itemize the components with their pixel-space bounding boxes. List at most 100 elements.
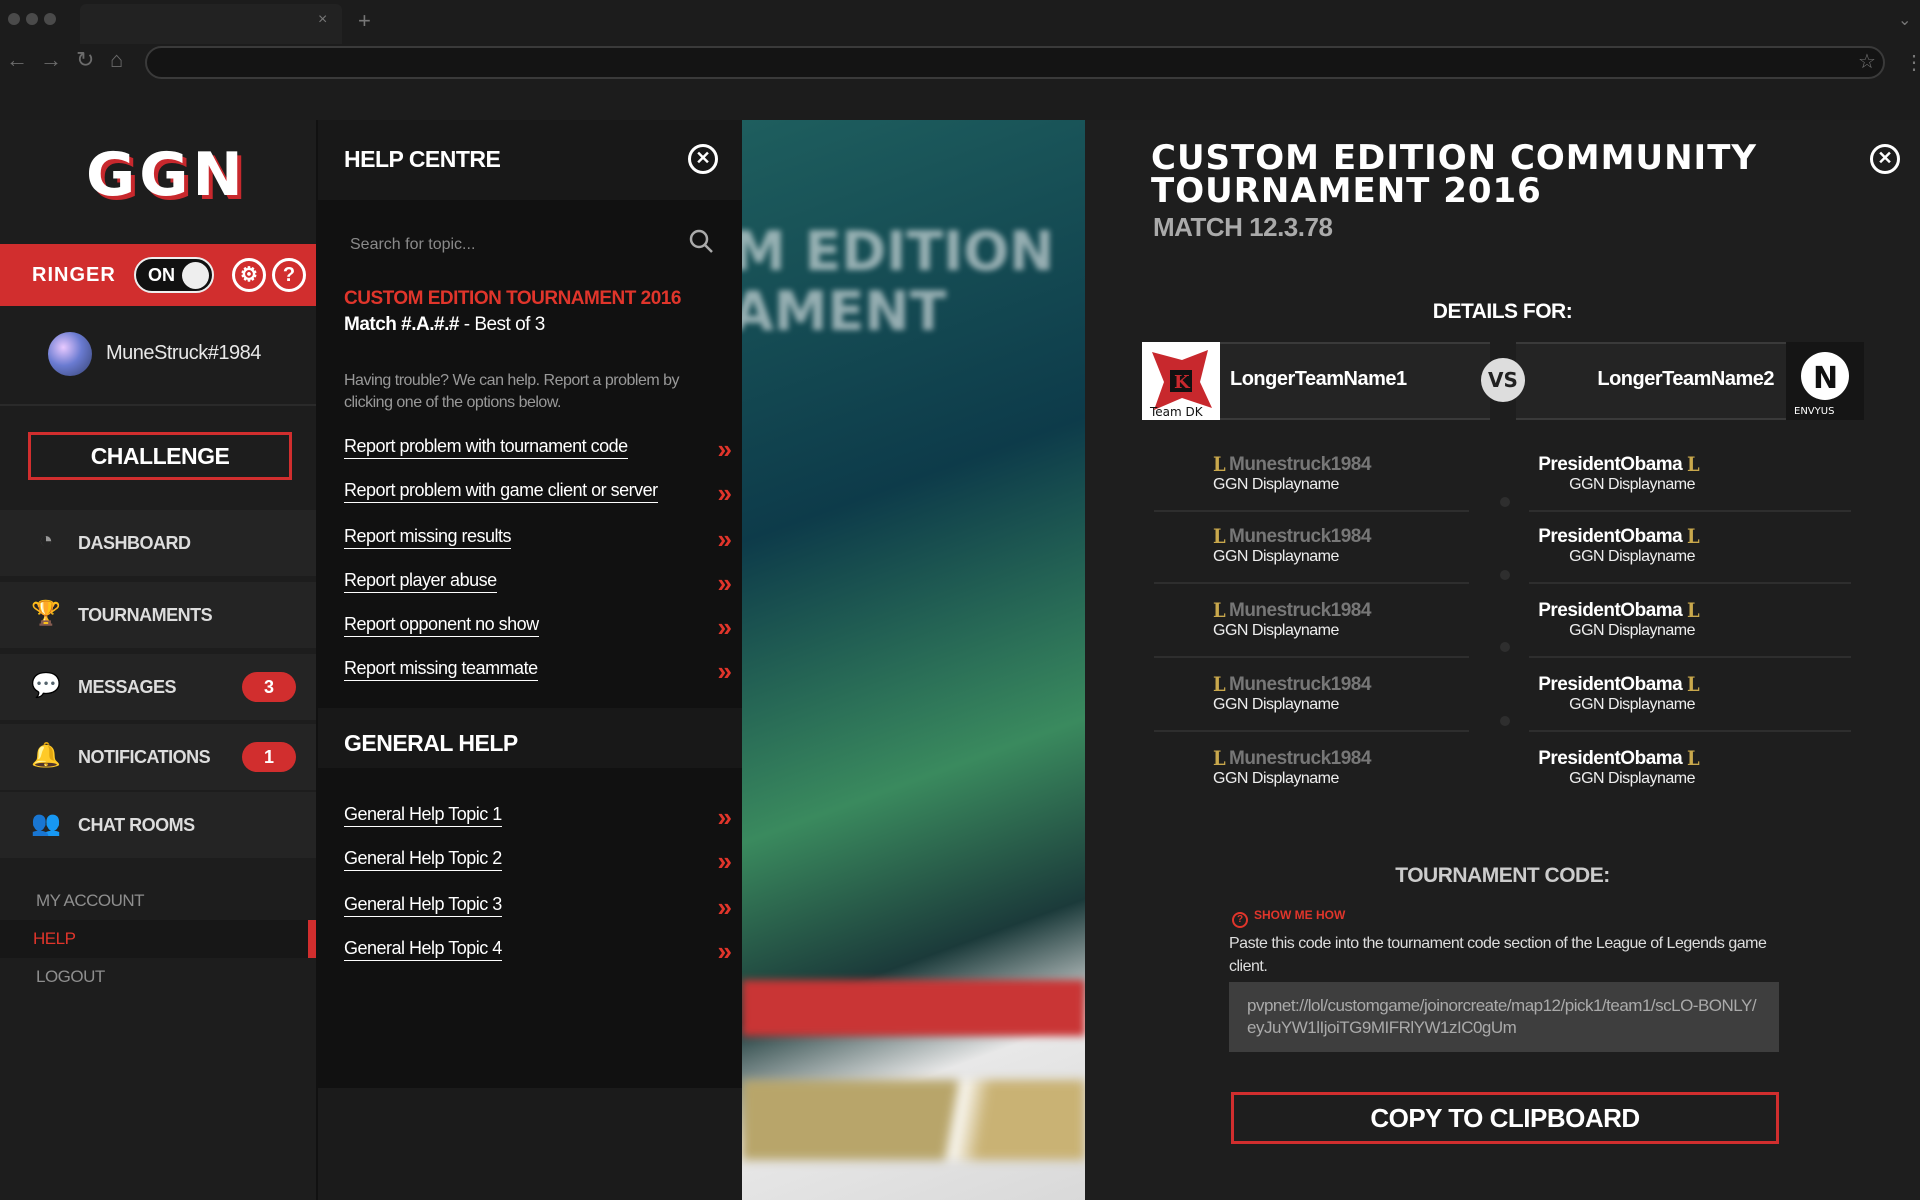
browser-menu-icon[interactable]: ⋮ xyxy=(1904,50,1920,75)
player-row-right: PresidentObama GGN Displayname xyxy=(1529,734,1851,806)
report-link[interactable]: Report opponent no show » xyxy=(344,610,733,644)
general-help-link[interactable]: General Help Topic 4 » xyxy=(344,934,733,968)
general-help-link-text[interactable]: General Help Topic 4 xyxy=(344,938,502,961)
avatar[interactable] xyxy=(48,332,92,376)
browser-tab[interactable] xyxy=(80,4,342,44)
user-profile[interactable]: MuneStruck#1984 xyxy=(0,306,316,406)
report-link-text[interactable]: Report problem with tournament code xyxy=(344,436,628,459)
nav-item-notifications[interactable]: 🔔 NOTIFICATIONS 1 xyxy=(0,724,316,790)
sidebar: GGN RINGER ON ⚙ ? MuneStruck#1984 CHALLE… xyxy=(0,120,316,1200)
report-link-text[interactable]: Report missing teammate xyxy=(344,658,538,681)
show-me-how-link[interactable]: ? SHOW ME HOW xyxy=(1232,908,1345,928)
player-display: GGN Displayname xyxy=(1569,548,1695,565)
lol-icon xyxy=(1213,746,1229,770)
team1-logo-text: Team DK xyxy=(1149,405,1204,419)
chevron-right-icon[interactable]: » xyxy=(718,568,733,599)
bookmark-star-icon[interactable]: ☆ xyxy=(1858,49,1876,74)
team1-box: LongerTeamName1 xyxy=(1220,342,1490,420)
nav-item-chat-rooms[interactable]: 👥 CHAT ROOMS xyxy=(0,792,316,858)
team1-logo: K Team DK xyxy=(1142,342,1220,420)
general-help-link-text[interactable]: General Help Topic 3 xyxy=(344,894,502,917)
help-close-icon[interactable]: ✕ xyxy=(688,144,718,174)
reload-icon[interactable]: ↻ xyxy=(76,47,94,73)
report-link[interactable]: Report missing results » xyxy=(344,522,733,556)
report-link[interactable]: Report missing teammate » xyxy=(344,654,733,688)
chevron-right-icon[interactable]: » xyxy=(718,434,733,465)
help-link[interactable]: HELP xyxy=(0,920,316,958)
player-row-right: PresidentObama GGN Displayname xyxy=(1529,512,1851,584)
chevron-right-icon[interactable]: » xyxy=(718,612,733,643)
tournament-code-heading: TOURNAMENT CODE: xyxy=(1395,864,1610,887)
notifications-badge: 1 xyxy=(242,742,296,772)
window-minimize-dot[interactable] xyxy=(26,13,38,25)
search-input[interactable] xyxy=(348,232,678,258)
report-link[interactable]: Report problem with tournament code » xyxy=(344,432,733,466)
player-display: GGN Displayname xyxy=(1569,696,1695,713)
chevron-right-icon[interactable]: » xyxy=(718,892,733,923)
tab-menu-icon[interactable]: ⌄ xyxy=(1898,10,1911,30)
nav-item-dashboard[interactable]: ◔ DASHBOARD xyxy=(0,510,316,576)
ringer-toggle[interactable]: ON xyxy=(134,257,214,293)
new-tab-icon[interactable]: + xyxy=(358,8,371,34)
chevron-right-icon[interactable]: » xyxy=(718,656,733,687)
team2-logo-text: ENVYUS xyxy=(1794,406,1834,417)
copy-to-clipboard-button[interactable]: COPY TO CLIPBOARD xyxy=(1231,1092,1779,1144)
player-row-right: PresidentObama GGN Displayname xyxy=(1529,660,1851,732)
back-icon[interactable]: ← xyxy=(6,47,28,73)
report-link[interactable]: Report player abuse » xyxy=(344,566,733,600)
browser-chrome: × + ⌄ ← → ↻ ⌂ ☆ ⋮ xyxy=(0,0,1920,120)
player-name: PresidentObama xyxy=(1538,746,1703,770)
chevron-right-icon[interactable]: » xyxy=(718,478,733,509)
logout-link[interactable]: LOGOUT xyxy=(0,958,316,996)
nav-label: NOTIFICATIONS xyxy=(78,747,211,767)
details-for-heading: DETAILS FOR: xyxy=(1432,300,1573,323)
forward-icon[interactable]: → xyxy=(40,47,62,73)
report-link-text[interactable]: Report missing results xyxy=(344,526,512,549)
report-link[interactable]: Report problem with game client or serve… xyxy=(344,476,733,510)
settings-gear-icon[interactable]: ⚙ xyxy=(232,258,266,292)
blurred-red-bar xyxy=(742,980,1085,1036)
challenge-button[interactable]: CHALLENGE xyxy=(28,432,292,480)
chevron-right-icon[interactable]: » xyxy=(718,524,733,555)
nav-item-messages[interactable]: 💬 MESSAGES 3 xyxy=(0,654,316,720)
general-help-link[interactable]: General Help Topic 3 » xyxy=(344,890,733,924)
player-name: Munestruck1984 xyxy=(1213,746,1371,770)
report-link-text[interactable]: Report player abuse xyxy=(344,570,497,593)
player-row-left: Munestruck1984 GGN Displayname xyxy=(1154,660,1469,732)
home-icon[interactable]: ⌂ xyxy=(110,47,123,73)
chevron-right-icon[interactable]: » xyxy=(718,846,733,877)
lol-icon xyxy=(1213,672,1229,696)
show-me-how-text[interactable]: SHOW ME HOW xyxy=(1254,908,1345,922)
nav-item-tournaments[interactable]: 🏆 TOURNAMENTS xyxy=(0,582,316,648)
player-row-left: Munestruck1984 GGN Displayname xyxy=(1154,586,1469,658)
trophy-icon: 🏆 xyxy=(31,600,61,627)
general-help-link[interactable]: General Help Topic 1 » xyxy=(344,800,733,834)
team2-box: LongerTeamName2 xyxy=(1516,342,1786,420)
player-name: PresidentObama xyxy=(1538,598,1703,622)
messages-badge: 3 xyxy=(242,672,296,702)
envyus-logo-icon: N ENVYUS xyxy=(1794,352,1849,417)
team1-name: LongerTeamName1 xyxy=(1230,368,1407,390)
chevron-right-icon[interactable]: » xyxy=(718,936,733,967)
help-question-icon[interactable]: ? xyxy=(272,258,306,292)
window-close-dot[interactable] xyxy=(8,13,20,25)
player-name: PresidentObama xyxy=(1538,524,1703,548)
match-label: Match #.A.#.# xyxy=(344,314,459,335)
general-help-link[interactable]: General Help Topic 2 » xyxy=(344,844,733,878)
team-dk-logo-icon: K Team DK xyxy=(1149,350,1212,419)
general-help-link-text[interactable]: General Help Topic 1 xyxy=(344,804,502,827)
report-link-text[interactable]: Report problem with game client or serve… xyxy=(344,480,658,503)
window-maximize-dot[interactable] xyxy=(44,13,56,25)
address-bar[interactable] xyxy=(145,46,1885,79)
username: MuneStruck#1984 xyxy=(106,342,261,364)
report-link-text[interactable]: Report opponent no show xyxy=(344,614,539,637)
search-icon[interactable] xyxy=(688,228,714,254)
tournament-code-field[interactable]: pvpnet://lol/customgame/joinorcreate/map… xyxy=(1229,982,1779,1052)
lol-icon xyxy=(1687,452,1703,476)
details-close-icon[interactable]: ✕ xyxy=(1870,144,1900,174)
general-help-link-text[interactable]: General Help Topic 2 xyxy=(344,848,502,871)
ggn-logo[interactable]: GGN xyxy=(86,140,247,210)
tab-close-icon[interactable]: × xyxy=(318,11,327,29)
chevron-right-icon[interactable]: » xyxy=(718,802,733,833)
my-account-link[interactable]: MY ACCOUNT xyxy=(0,882,316,920)
